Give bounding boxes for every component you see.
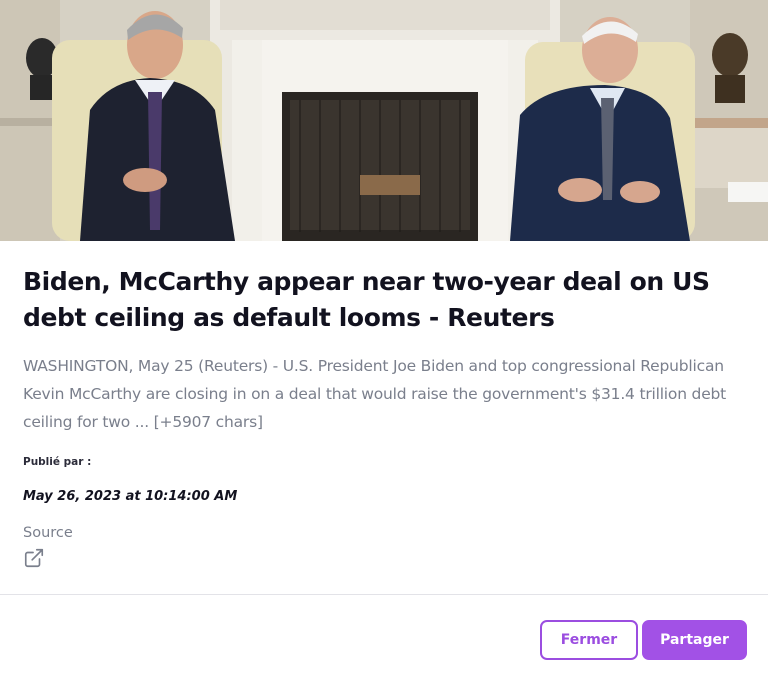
published-date: May 26, 2023 at 10:14:00 AM xyxy=(23,489,238,504)
article-photo xyxy=(0,0,768,241)
article-image xyxy=(0,0,768,241)
article-description: WASHINGTON, May 25 (Reuters) - U.S. Pres… xyxy=(23,357,727,431)
share-button[interactable]: Partager xyxy=(642,620,747,660)
article-title: Biden, McCarthy appear near two-year dea… xyxy=(23,267,710,332)
source-label: Source xyxy=(23,525,73,541)
close-button[interactable]: Fermer xyxy=(540,620,638,660)
external-link-icon[interactable] xyxy=(23,547,47,571)
published-by-label: Publié par : xyxy=(23,456,92,468)
footer-divider xyxy=(0,594,768,595)
